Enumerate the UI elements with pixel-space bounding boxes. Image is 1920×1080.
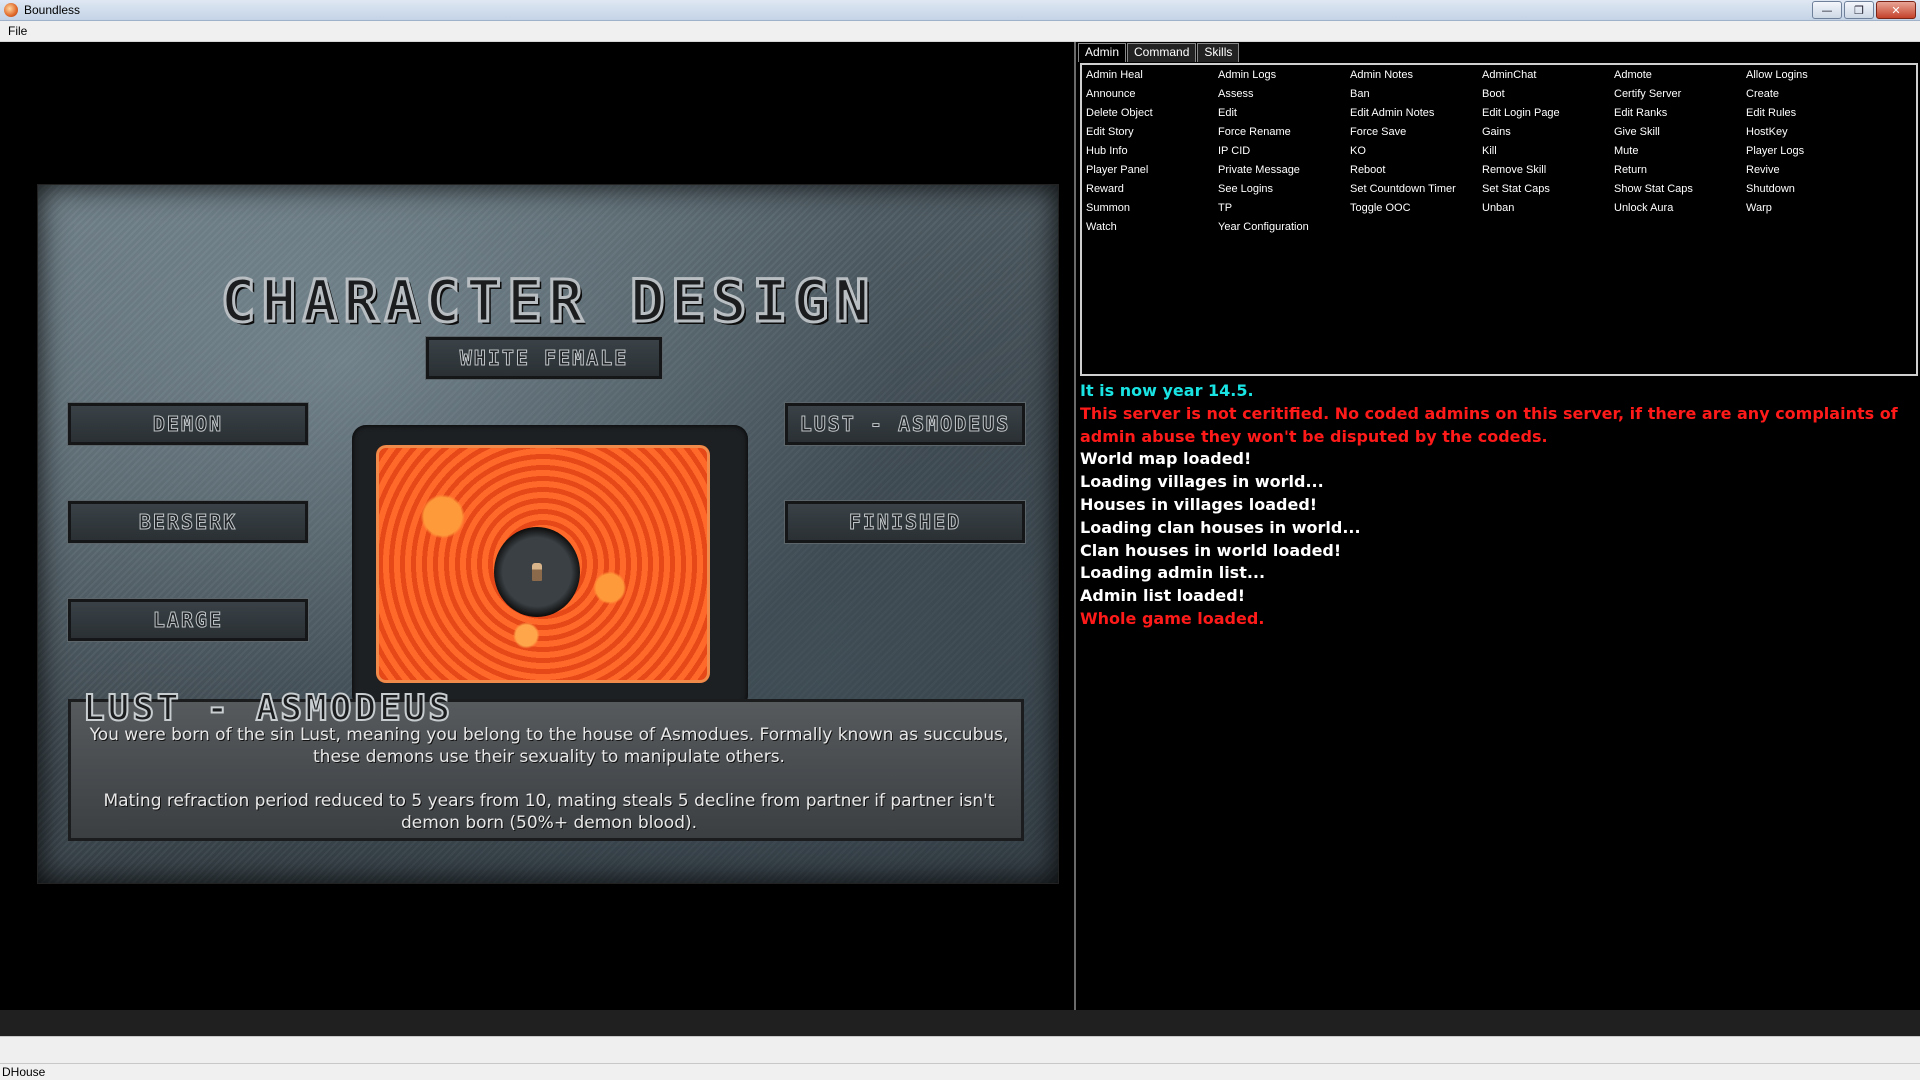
admin-verb[interactable]: Edit Admin Notes [1350, 107, 1482, 126]
admin-verb[interactable]: Create [1746, 88, 1878, 107]
admin-verb[interactable]: Toggle OOC [1350, 202, 1482, 221]
sin-info-box: LUST - ASMODEUS You were born of the sin… [68, 687, 1024, 841]
admin-verb[interactable]: Unban [1482, 202, 1614, 221]
tab-skills[interactable]: Skills [1197, 43, 1240, 62]
output-line: This server is not ceritified. No coded … [1080, 403, 1898, 446]
title-bar: Boundless — ❐ ✕ [0, 0, 1920, 21]
class-button[interactable]: BERSERK [67, 500, 309, 544]
status-text: DHouse [2, 1065, 46, 1079]
sin-description: You were born of the sin Lust, meaning y… [89, 725, 1009, 767]
admin-verb[interactable]: Revive [1746, 164, 1878, 183]
admin-verb[interactable]: Private Message [1218, 164, 1350, 183]
admin-verb[interactable]: Admote [1614, 69, 1746, 88]
admin-verb[interactable]: Admin Heal [1086, 69, 1218, 88]
admin-verb[interactable]: Edit [1218, 107, 1350, 126]
character-sprite [532, 563, 542, 581]
window-title: Boundless [24, 3, 81, 17]
admin-verb[interactable]: Player Logs [1746, 145, 1878, 164]
lava-background [376, 445, 710, 683]
admin-verb[interactable]: Gains [1482, 126, 1614, 145]
admin-verb[interactable]: Hub Info [1086, 145, 1218, 164]
output-line: World map loaded! [1080, 449, 1252, 469]
admin-verb[interactable]: Kill [1482, 145, 1614, 164]
admin-verb[interactable]: Shutdown [1746, 183, 1878, 202]
tab-admin[interactable]: Admin [1078, 43, 1127, 62]
admin-verb[interactable]: Force Rename [1218, 126, 1350, 145]
admin-verb[interactable]: Return [1614, 164, 1746, 183]
admin-verb[interactable]: Announce [1086, 88, 1218, 107]
admin-verb[interactable]: Mute [1614, 145, 1746, 164]
restore-button[interactable]: ❐ [1844, 1, 1874, 19]
output-line: Loading admin list... [1080, 563, 1266, 583]
admin-verb[interactable]: Year Configuration [1218, 221, 1350, 240]
app-icon [4, 3, 18, 17]
close-button[interactable]: ✕ [1876, 1, 1916, 19]
admin-verb[interactable]: Watch [1086, 221, 1218, 240]
admin-verb[interactable]: Boot [1482, 88, 1614, 107]
admin-verb[interactable]: Summon [1086, 202, 1218, 221]
panel-tabs: Admin Command Skills [1078, 43, 1240, 62]
preview-pit [494, 527, 580, 617]
output-line: It is now year 14.5. [1080, 381, 1254, 400]
admin-verb[interactable]: Reward [1086, 183, 1218, 202]
admin-verb[interactable]: Edit Login Page [1482, 107, 1614, 126]
admin-verb[interactable]: Player Panel [1086, 164, 1218, 183]
admin-verb[interactable]: Reboot [1350, 164, 1482, 183]
admin-verb[interactable]: TP [1218, 202, 1350, 221]
admin-verb[interactable]: HostKey [1746, 126, 1878, 145]
admin-verb-grid: Admin Heal Admin Logs Admin Notes AdminChat… [1080, 63, 1918, 376]
race-button[interactable]: WHITE FEMALE [425, 336, 663, 380]
sin-effect: Mating refraction period reduced to 5 ye… [103, 791, 995, 833]
admin-verb[interactable]: Warp [1746, 202, 1878, 221]
sin-title: LUST - ASMODEUS [82, 687, 454, 730]
admin-verb[interactable]: Edit Rules [1746, 107, 1878, 126]
sin-description-block: You were born of the sin Lust, meaning y… [87, 724, 1011, 834]
character-design-panel: CHARACTER DESIGN WHITE FEMALE DEMON BERS… [37, 184, 1059, 884]
admin-verb[interactable]: Force Save [1350, 126, 1482, 145]
character-preview [352, 425, 748, 709]
output-line: Whole game loaded. [1080, 608, 1265, 628]
admin-verb[interactable]: Show Stat Caps [1614, 183, 1746, 202]
menu-bar: File [0, 21, 1920, 42]
output-line: Clan houses in world loaded! [1080, 540, 1342, 560]
admin-verb[interactable]: Edit Ranks [1614, 107, 1746, 126]
output-line: Loading villages in world... [1080, 472, 1324, 492]
admin-verb[interactable]: Unlock Aura [1614, 202, 1746, 221]
admin-verb[interactable]: Set Countdown Timer [1350, 183, 1482, 202]
species-button[interactable]: DEMON [67, 402, 309, 446]
admin-verb[interactable]: IP CID [1218, 145, 1350, 164]
admin-verb[interactable]: Set Stat Caps [1482, 183, 1614, 202]
admin-verb[interactable]: Assess [1218, 88, 1350, 107]
admin-verb[interactable]: KO [1350, 145, 1482, 164]
game-viewport[interactable]: CHARACTER DESIGN WHITE FEMALE DEMON BERS… [0, 42, 1076, 1010]
admin-verb[interactable]: Give Skill [1614, 126, 1746, 145]
admin-verb[interactable]: See Logins [1218, 183, 1350, 202]
admin-verb[interactable]: Remove Skill [1482, 164, 1614, 183]
admin-verb[interactable]: Edit Story [1086, 126, 1218, 145]
sin-button[interactable]: LUST - ASMODEUS [784, 402, 1026, 446]
output-line: Admin list loaded! [1080, 586, 1245, 606]
bottom-gap [0, 1010, 1920, 1036]
status-bar: DHouse [0, 1064, 1920, 1080]
menu-file[interactable]: File [0, 24, 35, 38]
window-controls: — ❐ ✕ [1812, 1, 1916, 19]
admin-verb[interactable]: AdminChat [1482, 69, 1614, 88]
output-line: Loading clan houses in world... [1080, 517, 1361, 537]
command-input[interactable] [0, 1036, 1920, 1064]
output-line: Houses in villages loaded! [1080, 494, 1318, 514]
admin-verb[interactable]: Certify Server [1614, 88, 1746, 107]
admin-verb[interactable]: Allow Logins [1746, 69, 1878, 88]
output-log: It is now year 14.5. This server is not c… [1078, 380, 1920, 1010]
finished-button[interactable]: FINISHED [784, 500, 1026, 544]
minimize-button[interactable]: — [1812, 1, 1842, 19]
admin-verb[interactable]: Ban [1350, 88, 1482, 107]
tab-command[interactable]: Command [1127, 43, 1197, 62]
design-title: CHARACTER DESIGN [219, 266, 876, 337]
admin-verb[interactable]: Admin Logs [1218, 69, 1350, 88]
admin-verb[interactable]: Admin Notes [1350, 69, 1482, 88]
size-button[interactable]: LARGE [67, 598, 309, 642]
admin-verb[interactable]: Delete Object [1086, 107, 1218, 126]
